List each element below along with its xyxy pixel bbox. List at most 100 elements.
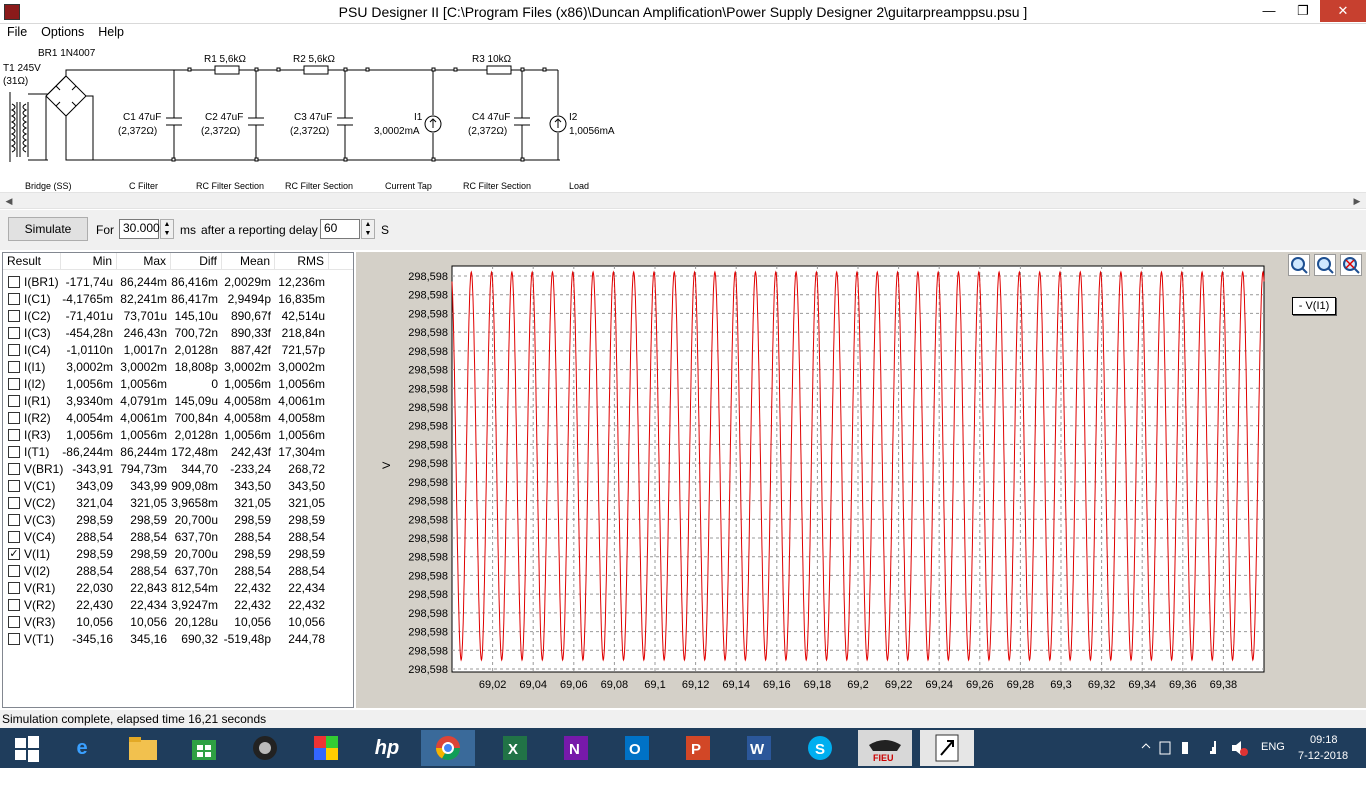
simulate-button[interactable]: Simulate [8, 217, 88, 241]
outlook-icon[interactable]: O [610, 730, 664, 766]
powerpoint-icon[interactable]: P [671, 730, 725, 766]
c3-value: (2,372Ω) [290, 126, 329, 137]
restore-button[interactable]: ❐ [1286, 0, 1320, 22]
result-mean: 4,0058m [224, 394, 271, 408]
col-result[interactable]: Result [3, 253, 61, 270]
r2-label: R2 5,6kΩ [293, 54, 335, 65]
table-row[interactable]: ✓ V(I1) 298,59 298,59 20,700u 298,59 298,59 [3, 545, 353, 562]
table-row[interactable]: V(R2) 22,430 22,434 3,9247m 22,432 22,432 [3, 596, 353, 613]
result-checkbox[interactable] [8, 480, 20, 492]
result-checkbox[interactable] [8, 395, 20, 407]
webcam-icon[interactable] [238, 730, 292, 766]
result-checkbox[interactable] [8, 429, 20, 441]
zoom-out-icon[interactable] [1314, 254, 1336, 276]
table-row[interactable]: V(R3) 10,056 10,056 20,128u 10,056 10,056 [3, 613, 353, 630]
result-checkbox[interactable] [8, 378, 20, 390]
hp-icon[interactable]: hp [360, 730, 414, 766]
zoom-reset-icon[interactable] [1340, 254, 1362, 276]
col-min[interactable]: Min [61, 253, 117, 270]
duration-input[interactable]: 30.000 [119, 219, 160, 239]
result-min: -454,28n [65, 326, 113, 340]
table-row[interactable]: I(R2) 4,0054m 4,0061m 700,84n 4,0058m 4,0058m [3, 409, 353, 426]
col-mean[interactable]: Mean [222, 253, 275, 270]
table-row[interactable]: V(C2) 321,04 321,05 3,9658m 321,05 321,05 [3, 494, 353, 511]
x-tick-label: 69,04 [519, 679, 547, 691]
store-icon[interactable] [177, 730, 231, 766]
table-row[interactable]: I(T1) -86,244m 86,244m 172,48m 242,43f 17,304… [3, 443, 353, 460]
result-checkbox[interactable] [8, 616, 20, 628]
delay-stepper[interactable]: ▲ ▼ [361, 219, 375, 239]
table-row[interactable]: V(BR1) -343,91 794,73m 344,70 -233,24 268,72 [3, 460, 353, 477]
menu-file[interactable]: File [0, 24, 34, 40]
system-tray[interactable] [1136, 728, 1266, 768]
minimize-button[interactable]: — [1252, 0, 1286, 22]
result-max: 4,0791m [120, 394, 167, 408]
results-list[interactable]: Result Min Max Diff Mean RMS I(BR1) -171,… [2, 252, 354, 708]
scroll-left-icon[interactable]: ◀ [2, 194, 16, 208]
result-min: -86,244m [62, 445, 113, 459]
result-checkbox[interactable] [8, 633, 20, 645]
table-row[interactable]: I(C1) -4,1765m 82,241m 86,417m 2,9494p 16,835… [3, 290, 353, 307]
chrome-icon[interactable] [421, 730, 475, 766]
zoom-in-icon[interactable] [1288, 254, 1310, 276]
col-rms[interactable]: RMS [275, 253, 329, 270]
language-indicator[interactable]: ENG [1261, 741, 1285, 781]
col-diff[interactable]: Diff [171, 253, 222, 270]
circuit-scrollbar[interactable]: ◀ ▶ [0, 192, 1366, 209]
close-button[interactable]: ✕ [1320, 0, 1366, 22]
skype-icon[interactable]: S [793, 730, 847, 766]
result-checkbox[interactable] [8, 514, 20, 526]
file-explorer-icon[interactable] [116, 730, 170, 766]
table-row[interactable]: I(I2) 1,0056m 1,0056m 0 1,0056m 1,0056m [3, 375, 353, 392]
table-row[interactable]: I(R1) 3,9340m 4,0791m 145,09u 4,0058m 4,0061m [3, 392, 353, 409]
table-row[interactable]: I(I1) 3,0002m 3,0002m 18,808p 3,0002m 3,0002m [3, 358, 353, 375]
result-checkbox[interactable] [8, 310, 20, 322]
result-rms: 3,0002m [278, 360, 325, 374]
table-row[interactable]: V(C3) 298,59 298,59 20,700u 298,59 298,59 [3, 511, 353, 528]
table-row[interactable]: I(R3) 1,0056m 1,0056m 2,0128n 1,0056m 1,0056m [3, 426, 353, 443]
table-row[interactable]: V(I2) 288,54 288,54 637,70n 288,54 288,54 [3, 562, 353, 579]
excel-icon[interactable]: X [488, 730, 542, 766]
result-checkbox[interactable] [8, 565, 20, 577]
table-row[interactable]: V(R1) 22,030 22,843 812,54m 22,432 22,434 [3, 579, 353, 596]
menu-options[interactable]: Options [34, 24, 91, 40]
voltage-plot[interactable]: 298,598 298,598 298,598 298,598 298,598 298,5… [356, 252, 1366, 708]
psu-designer-icon[interactable] [920, 730, 974, 766]
word-icon[interactable]: W [732, 730, 786, 766]
delay-input[interactable]: 60 [320, 219, 360, 239]
fiesta-icon[interactable]: FIEU [858, 730, 912, 766]
table-row[interactable]: I(C3) -454,28n 246,43n 700,72n 890,33f 218,84… [3, 324, 353, 341]
result-checkbox[interactable] [8, 361, 20, 373]
result-checkbox[interactable] [8, 276, 20, 288]
clock-date[interactable]: 7-12-2018 [1298, 750, 1348, 790]
windows-start-icon[interactable] [0, 730, 54, 766]
result-checkbox[interactable] [8, 344, 20, 356]
table-row[interactable]: V(C4) 288,54 288,54 637,70n 288,54 288,54 [3, 528, 353, 545]
table-row[interactable]: I(C2) -71,401u 73,701u 145,10u 890,67f 42,514… [3, 307, 353, 324]
result-checkbox[interactable] [8, 446, 20, 458]
menu-help[interactable]: Help [91, 24, 131, 40]
result-checkbox[interactable] [8, 463, 20, 475]
result-checkbox[interactable] [8, 582, 20, 594]
table-row[interactable]: I(BR1) -171,74u 86,244m 86,416m 2,0029m 12,23… [3, 273, 353, 290]
onenote-icon[interactable]: N [549, 730, 603, 766]
scroll-right-icon[interactable]: ▶ [1350, 194, 1364, 208]
y-tick-label: 298,598 [408, 627, 448, 639]
result-checkbox[interactable] [8, 293, 20, 305]
result-checkbox[interactable] [8, 531, 20, 543]
table-row[interactable]: I(C4) -1,0110n 1,0017n 2,0128n 887,42f 721,57… [3, 341, 353, 358]
paint-icon[interactable] [299, 730, 353, 766]
result-checkbox[interactable] [8, 497, 20, 509]
y-tick-label: 298,598 [408, 271, 448, 283]
result-checkbox[interactable] [8, 327, 20, 339]
col-max[interactable]: Max [117, 253, 171, 270]
result-checkbox[interactable] [8, 599, 20, 611]
result-checkbox[interactable] [8, 412, 20, 424]
duration-stepper[interactable]: ▲ ▼ [160, 219, 174, 239]
y-tick-label: 298,598 [408, 514, 448, 526]
circuit-schematic[interactable]: T1 245V (31Ω) BR1 1N4007 R1 5,6kΩ R2 5,6… [0, 42, 1366, 192]
table-row[interactable]: V(T1) -345,16 345,16 690,32 -519,48p 244,78 [3, 630, 353, 647]
internet-explorer-icon[interactable]: e [55, 730, 109, 766]
table-row[interactable]: V(C1) 343,09 343,99 909,08m 343,50 343,50 [3, 477, 353, 494]
result-checkbox[interactable]: ✓ [8, 548, 20, 560]
